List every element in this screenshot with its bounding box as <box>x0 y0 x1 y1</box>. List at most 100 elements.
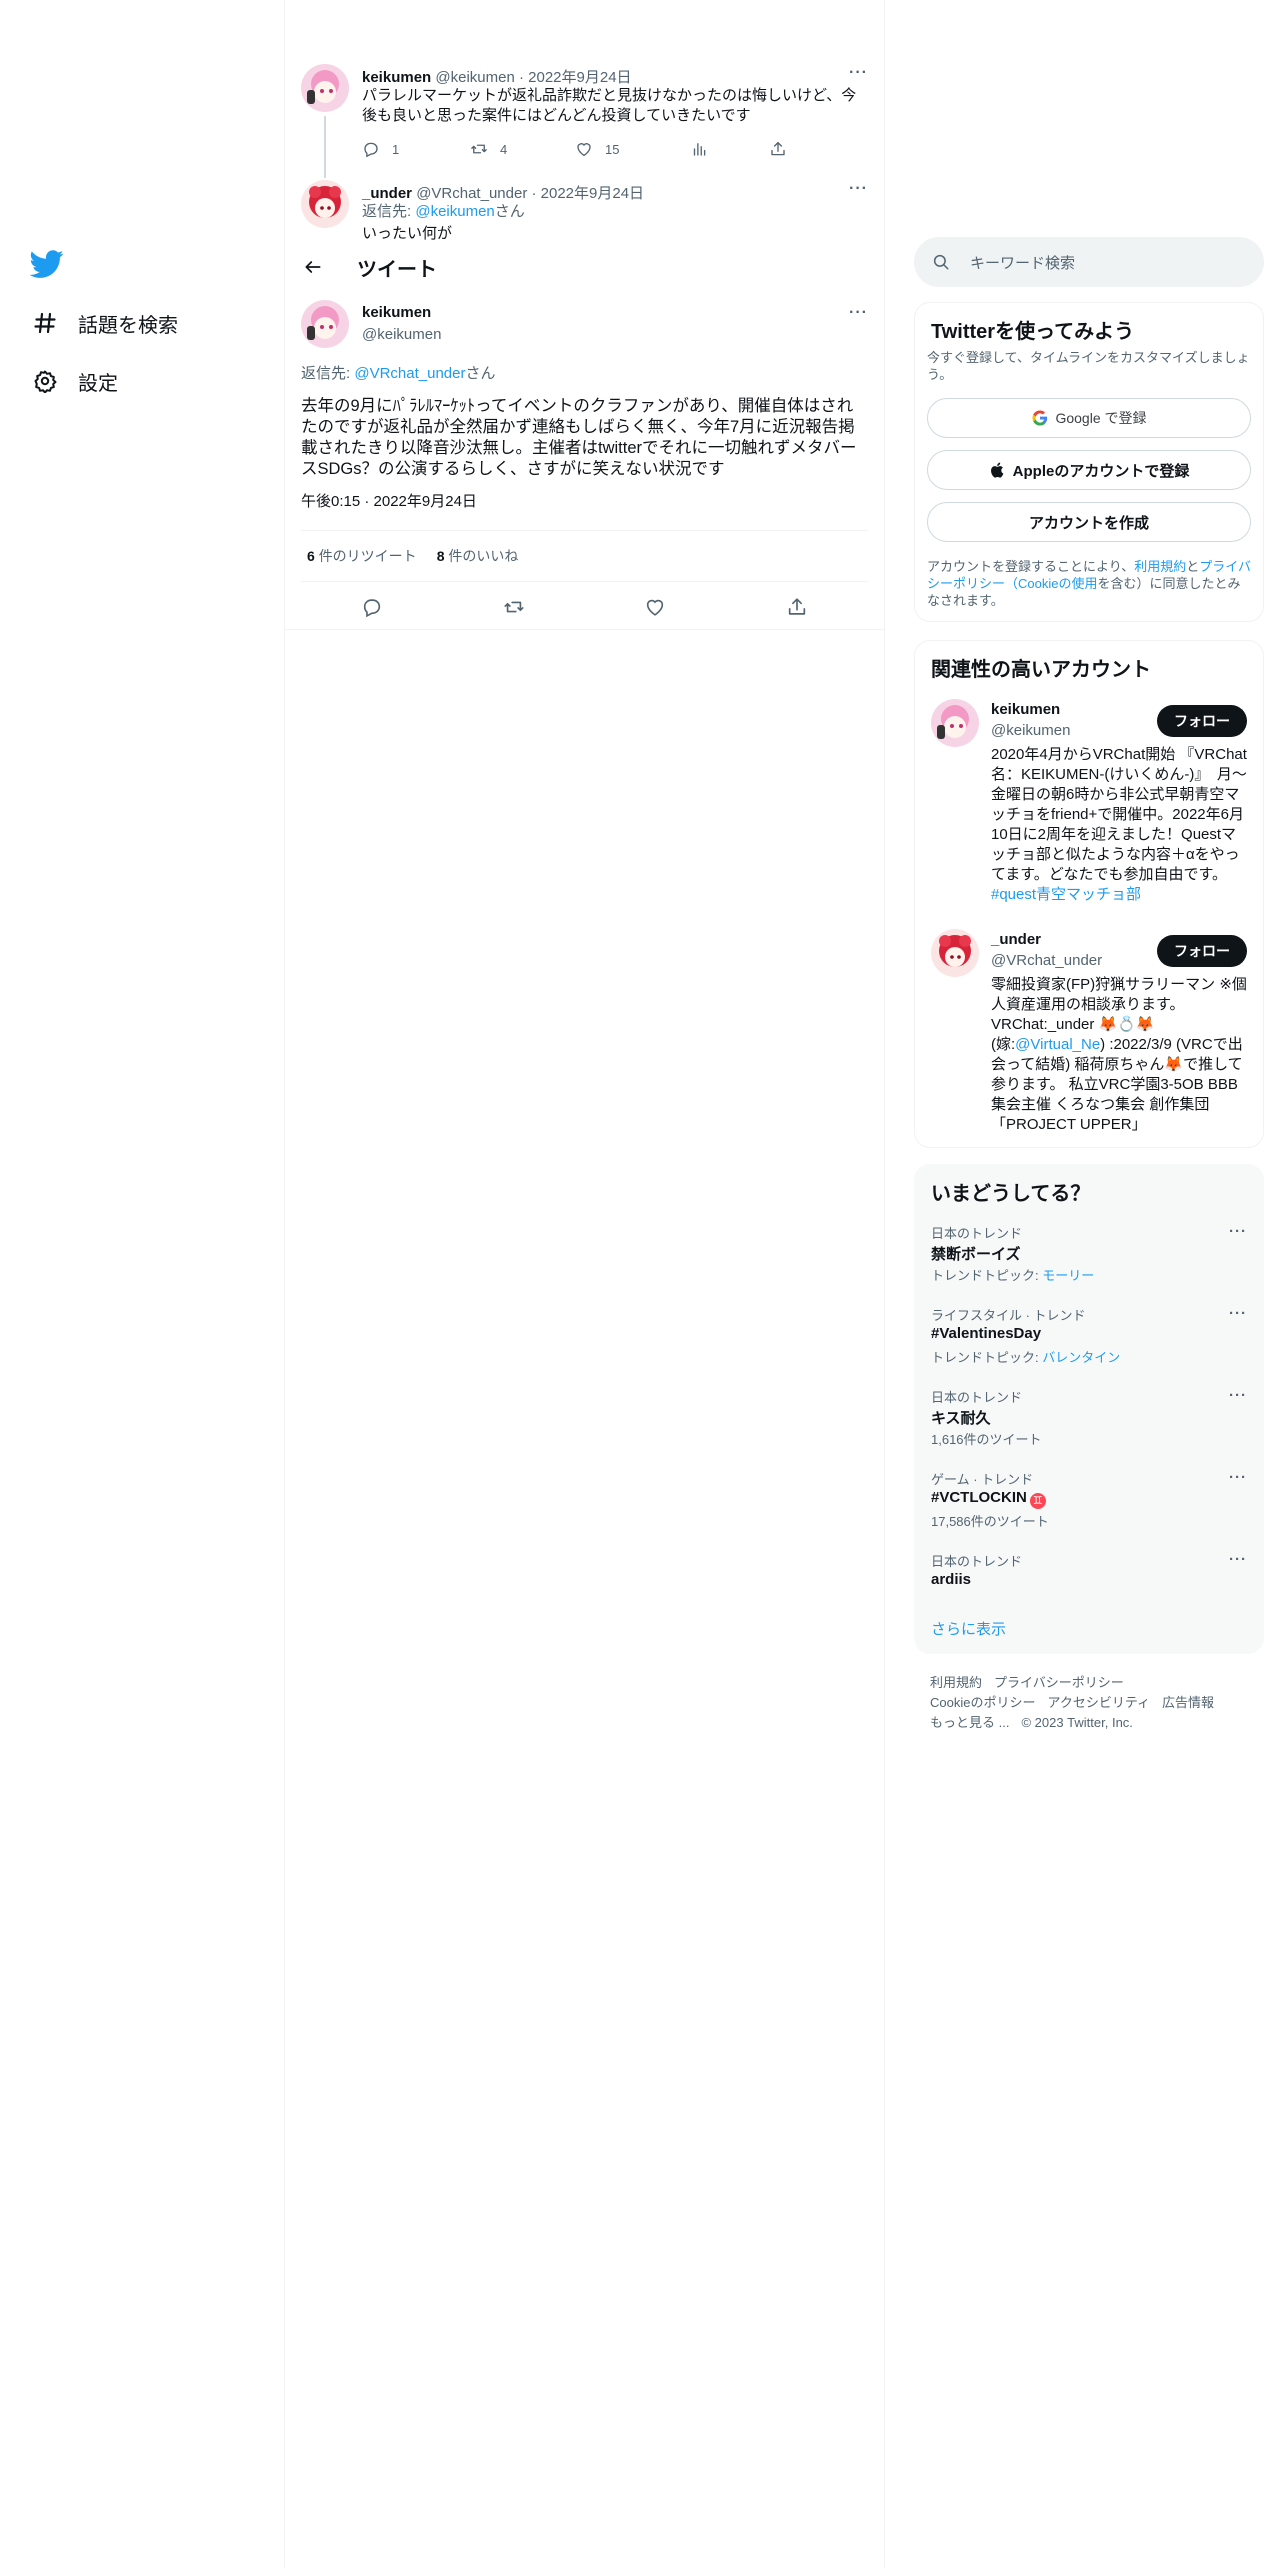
legal-text-2: と <box>1186 559 1200 574</box>
avatar[interactable] <box>301 180 349 228</box>
footer-links: Cookieのポリシー アクセシビリティ 広告情報 <box>930 1692 1226 1711</box>
account-handle[interactable]: @VRchat_under <box>991 952 1102 969</box>
like-count: 15 <box>605 141 620 157</box>
terms-link[interactable]: 利用規約 <box>1134 559 1186 574</box>
gear-icon <box>32 368 58 394</box>
left-sidebar: 話題を検索 設定 <box>0 0 285 2568</box>
mention-link[interactable]: @Virtual_Ne <box>1015 1036 1100 1053</box>
trend-context: 日本のトレンド <box>931 1554 1023 1569</box>
tweet-date[interactable]: · 2022年9月24日 <box>519 69 632 86</box>
trend-context: ライフスタイル · トレンド <box>931 1308 1086 1323</box>
avatar[interactable] <box>301 300 349 348</box>
footer-privacy-link[interactable]: プライバシーポリシー <box>994 1675 1124 1690</box>
reply-icon[interactable] <box>352 587 392 627</box>
apple-signup-label: Appleのアカウントで登録 <box>1012 462 1190 480</box>
author-name[interactable]: keikumen <box>362 304 431 321</box>
tweet-text: 去年の9月にﾊﾟﾗﾚﾙﾏｰｹｯﾄってイベントのクラファンがあり、開催自体はされた… <box>301 397 857 478</box>
trend-item[interactable]: ライフスタイル · トレンド #ValentinesDay トレンドトピック: … <box>931 1305 1247 1387</box>
retweet-stat[interactable]: 6 件のリツイート <box>307 546 417 566</box>
footer-more-link[interactable]: もっと見る ... <box>930 1715 1009 1730</box>
retweet-icon[interactable] <box>494 587 534 627</box>
account-name[interactable]: _under <box>991 931 1041 948</box>
avatar[interactable] <box>931 929 979 977</box>
follow-button[interactable]: フォロー <box>1157 705 1247 737</box>
author-name[interactable]: keikumen <box>362 69 431 86</box>
tweet-timestamp[interactable]: 午後0:15 · 2022年9月24日 <box>301 492 477 512</box>
more-icon[interactable]: ··· <box>849 304 868 322</box>
avatar[interactable] <box>301 64 349 112</box>
reply-count: 1 <box>392 141 400 157</box>
like-stat[interactable]: 8 件のいいね <box>437 546 519 566</box>
more-icon[interactable]: ··· <box>1229 1551 1247 1568</box>
heart-icon[interactable] <box>635 587 675 627</box>
like-button[interactable]: 15 <box>575 140 619 158</box>
search-icon <box>933 254 949 270</box>
footer-accessibility-link[interactable]: アクセシビリティ <box>1047 1695 1150 1710</box>
trend-item[interactable]: 日本のトレンド 禁断ボーイズ トレンドトピック: モーリー ··· <box>931 1223 1247 1305</box>
share-icon[interactable] <box>777 587 817 627</box>
signup-title: Twitterを使ってみよう <box>931 321 1135 343</box>
more-icon[interactable]: ··· <box>849 64 868 82</box>
twitter-logo-icon[interactable] <box>29 246 64 280</box>
page-title: ツイート <box>357 258 437 281</box>
author-handle[interactable]: @VRchat_under <box>416 185 527 202</box>
analytics-icon <box>693 143 706 156</box>
footer-cookie-link[interactable]: Cookieのポリシー <box>930 1695 1035 1710</box>
search-placeholder: キーワード検索 <box>970 254 1076 272</box>
more-icon[interactable]: ··· <box>849 180 868 198</box>
trend-item[interactable]: 日本のトレンド キス耐久 1,616件のツイート ··· <box>931 1387 1247 1469</box>
reply-suffix: さん <box>494 203 525 220</box>
tweet-date[interactable]: · 2022年9月24日 <box>531 185 644 202</box>
reply-icon <box>364 142 378 158</box>
account-bio: 零細投資家(FP)狩猟サラリーマン ※個人資産運用の相談承ります。 VRChat… <box>991 975 1249 1135</box>
google-signup-button[interactable]: Google で登録 <box>927 398 1251 438</box>
reply-to-link[interactable]: @keikumen <box>415 203 494 220</box>
reply-button[interactable]: 1 <box>362 140 399 158</box>
more-icon[interactable]: ··· <box>1229 1469 1247 1486</box>
signup-card: Twitterを使ってみよう 今すぐ登録して、タイムラインをカスタマイズしましょ… <box>914 302 1264 622</box>
account-name[interactable]: keikumen <box>991 701 1060 718</box>
author-name[interactable]: _under <box>362 185 412 202</box>
create-account-button[interactable]: アカウントを作成 <box>927 502 1251 542</box>
author-handle[interactable]: @keikumen <box>362 326 441 343</box>
apple-icon <box>990 462 1004 478</box>
trend-topic-link[interactable]: バレンタイン <box>1042 1350 1120 1365</box>
reply-context: 返信先: @keikumenさん <box>362 202 525 222</box>
share-button[interactable] <box>769 140 787 158</box>
search-input[interactable]: キーワード検索 <box>914 237 1264 287</box>
footer-ads-link[interactable]: 広告情報 <box>1162 1695 1214 1710</box>
hashtag-icon <box>32 310 58 336</box>
google-signup-label: Google で登録 <box>1055 410 1147 426</box>
trend-name: 禁断ボーイズ <box>931 1246 1021 1263</box>
author-name-text: keikumen <box>362 304 432 321</box>
focused-tweet: keikumen @keikumen ··· 返信先: @VRchat_unde… <box>285 294 884 630</box>
more-icon[interactable]: ··· <box>1229 1387 1247 1404</box>
google-icon <box>1032 410 1048 426</box>
apple-signup-button[interactable]: Appleのアカウントで登録 <box>927 450 1251 490</box>
analytics-button[interactable] <box>690 140 708 158</box>
trend-topic-link[interactable]: モーリー <box>1042 1268 1094 1283</box>
thread-tweet[interactable]: _under @VRchat_under · 2022年9月24日 ··· 返信… <box>285 168 884 240</box>
follow-button[interactable]: フォロー <box>1157 935 1247 967</box>
nav-settings[interactable]: 設定 <box>32 361 118 401</box>
page-header: ツイート <box>285 240 884 294</box>
more-icon[interactable]: ··· <box>1229 1305 1247 1322</box>
tweet-actions <box>301 584 868 630</box>
main-column: keikumen @keikumen · 2022年9月24日 ··· パラレル… <box>285 0 885 2568</box>
retweet-button[interactable]: 4 <box>470 140 507 158</box>
avatar[interactable] <box>931 699 979 747</box>
back-arrow-icon[interactable] <box>301 255 325 279</box>
relevant-title: 関連性の高いアカウント <box>931 659 1151 681</box>
hashtag-link[interactable]: #quest青空マッチョ部 <box>991 886 1141 903</box>
nav-explore[interactable]: 話題を検索 <box>32 303 178 343</box>
trend-name: ardiis <box>931 1571 972 1588</box>
more-icon[interactable]: ··· <box>1229 1223 1247 1240</box>
author-handle[interactable]: @keikumen <box>435 69 514 86</box>
trend-item[interactable]: ゲーム · トレンド #VCTLOCKIN ♊ 17,586件のツイート ··· <box>931 1469 1247 1551</box>
thread-tweet[interactable]: keikumen @keikumen · 2022年9月24日 ··· パラレル… <box>285 52 884 168</box>
reply-to-link[interactable]: @VRchat_under <box>354 365 465 382</box>
show-more-link[interactable]: さらに表示 <box>931 1618 1006 1639</box>
account-handle[interactable]: @keikumen <box>991 722 1070 739</box>
footer-terms-link[interactable]: 利用規約 <box>930 1675 982 1690</box>
tweet-text: パラレルマーケットが返礼品詐欺だと見抜けなかったのは悔しいけど、今後も良いと思っ… <box>362 87 857 124</box>
